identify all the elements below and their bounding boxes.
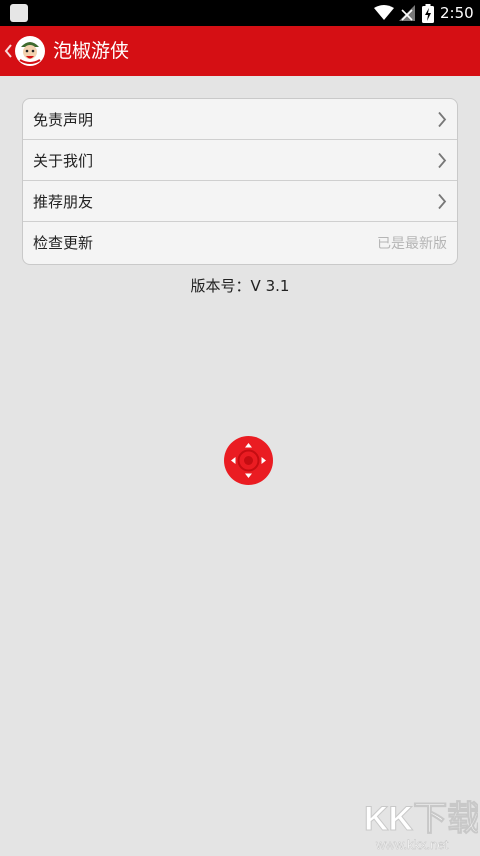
page-title: 泡椒游侠: [53, 40, 130, 62]
status-bar: 2:50: [0, 0, 480, 26]
chevron-right-icon: [438, 152, 447, 169]
watermark-brand: KK下载: [364, 800, 478, 838]
kkx-watermark: KK下载 www.kkx.net: [362, 796, 480, 853]
status-time: 2:50: [440, 4, 474, 22]
chevron-right-icon: [438, 193, 447, 210]
menu-item-label: 检查更新: [33, 234, 94, 252]
menu-item-label: 关于我们: [33, 151, 94, 170]
app-logo-icon: [15, 36, 45, 66]
wifi-icon: [374, 5, 394, 20]
version-label: 版本号：V 3.1: [190, 277, 290, 295]
chevron-right-icon: [438, 111, 447, 128]
update-status: 已是最新版: [377, 235, 447, 252]
floating-control-button[interactable]: [224, 436, 273, 485]
menu-item-about-us[interactable]: 关于我们: [23, 140, 457, 181]
settings-menu: 免责声明 关于我们 推荐朋友 检查更新 已是最新版: [22, 98, 458, 265]
menu-item-label: 推荐朋友: [33, 192, 94, 211]
menu-item-recommend-friends[interactable]: 推荐朋友: [23, 181, 457, 222]
battery-charging-icon: [422, 4, 434, 23]
signal-icon: [399, 5, 415, 21]
watermark-url: www.kkx.net: [375, 837, 449, 852]
dpad-icon: [231, 443, 266, 478]
app-bar: 泡椒游侠: [0, 26, 480, 76]
menu-item-check-update[interactable]: 检查更新 已是最新版: [23, 222, 457, 263]
menu-item-disclaimer[interactable]: 免责声明: [23, 99, 457, 140]
back-arrow-icon[interactable]: [2, 39, 14, 63]
notification-icon: [10, 4, 28, 22]
menu-item-label: 免责声明: [33, 110, 94, 129]
